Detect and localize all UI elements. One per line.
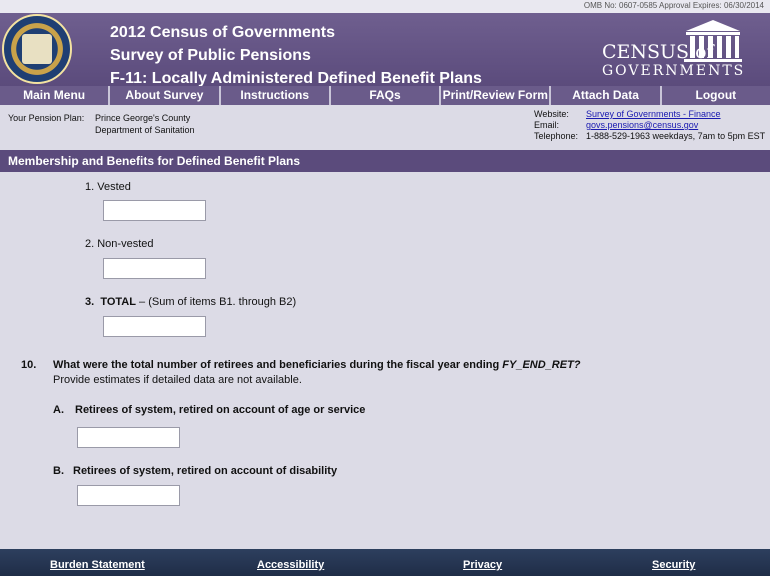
vested-input-box (103, 200, 206, 221)
survey-name: Survey of Public Pensions (110, 47, 311, 64)
qA-letter: A. (53, 404, 64, 416)
nav-instructions[interactable]: Instructions (221, 86, 331, 105)
commerce-seal-icon (2, 14, 72, 84)
email-label: Email: (534, 120, 560, 130)
non-vested-input[interactable] (104, 259, 205, 278)
nav-logout[interactable]: Logout (662, 86, 770, 105)
pension-plan-name-line1: Prince George's County (95, 113, 191, 123)
section-header: Membership and Benefits for Defined Bene… (0, 150, 770, 172)
nav-print-review-form[interactable]: Print/Review Form (441, 86, 552, 105)
logo-text-census: CENSUS of (602, 41, 714, 63)
item3-description: – (Sum of items B1. through B2) (135, 296, 297, 308)
pension-plan-label: Your Pension Plan: (8, 113, 85, 123)
q10-question: What were the total number of retirees a… (53, 359, 581, 371)
nav-main-menu[interactable]: Main Menu (0, 86, 111, 105)
plan-info-bar: Your Pension Plan: Prince George's Count… (0, 105, 770, 150)
total-input-box (103, 316, 206, 337)
disability-input[interactable] (78, 486, 179, 505)
non-vested-input-box (103, 258, 206, 279)
header-banner: 2012 Census of Governments Survey of Pub… (0, 13, 770, 87)
website-link[interactable]: Survey of Governments - Finance (586, 109, 721, 119)
header-titles: 2012 Census of Governments Survey of Pub… (110, 21, 482, 90)
qB-letter: B. (53, 465, 64, 477)
item3-label: 3. TOTAL – (Sum of items B1. through B2) (85, 296, 296, 308)
nav-about-survey[interactable]: About Survey (110, 86, 221, 105)
disability-input-box (77, 485, 180, 506)
q10-number: 10. (21, 359, 37, 371)
qB-text: Retirees of system, retired on account o… (73, 465, 338, 477)
page-title: 2012 Census of Governments (110, 24, 335, 41)
q10-variable: FY_END_RET? (502, 359, 581, 371)
contact-info: Website: Survey of Governments - Finance … (534, 109, 765, 142)
telephone-label: Telephone: (534, 131, 579, 141)
age-service-input[interactable] (78, 428, 179, 447)
total-input[interactable] (104, 317, 205, 336)
pension-plan-name-line2: Department of Sanitation (95, 125, 195, 135)
item1-label: 1. Vested (85, 181, 131, 193)
nav-attach-data[interactable]: Attach Data (551, 86, 662, 105)
q10-text: What were the total number of retirees a… (53, 359, 503, 371)
q10-note: Provide estimates if detailed data are n… (53, 374, 302, 386)
form-content: 1. Vested 2. Non-vested 3. TOTAL – (Sum … (0, 172, 770, 549)
vested-input[interactable] (104, 201, 205, 220)
main-nav: Main Menu About Survey Instructions FAQs… (0, 86, 770, 105)
logo-text-governments: GOVERNMENTS (602, 63, 746, 79)
top-strip: OMB No: 0607-0585 Approval Expires: 06/3… (0, 0, 770, 13)
email-link[interactable]: govs.pensions@census.gov (586, 120, 698, 130)
age-service-input-box (77, 427, 180, 448)
accessibility-link[interactable]: Accessibility (257, 559, 324, 571)
website-label: Website: (534, 109, 569, 119)
omb-notice: OMB No: 0607-0585 Approval Expires: 06/3… (583, 1, 764, 10)
telephone-value: 1-888-529-1963 weekdays, 7am to 5pm EST (586, 131, 766, 141)
census-of-governments-logo: CENSUS of GOVERNMENTS (598, 19, 758, 81)
qA-text: Retirees of system, retired on account o… (75, 404, 366, 416)
nav-faqs[interactable]: FAQs (331, 86, 442, 105)
footer: Burden Statement Accessibility Privacy S… (0, 549, 770, 576)
security-link[interactable]: Security (652, 559, 695, 571)
privacy-link[interactable]: Privacy (463, 559, 502, 571)
item3-number: 3. (85, 296, 95, 308)
item3-total: TOTAL (100, 296, 136, 308)
burden-statement-link[interactable]: Burden Statement (50, 559, 145, 571)
item2-label: 2. Non-vested (85, 238, 154, 250)
